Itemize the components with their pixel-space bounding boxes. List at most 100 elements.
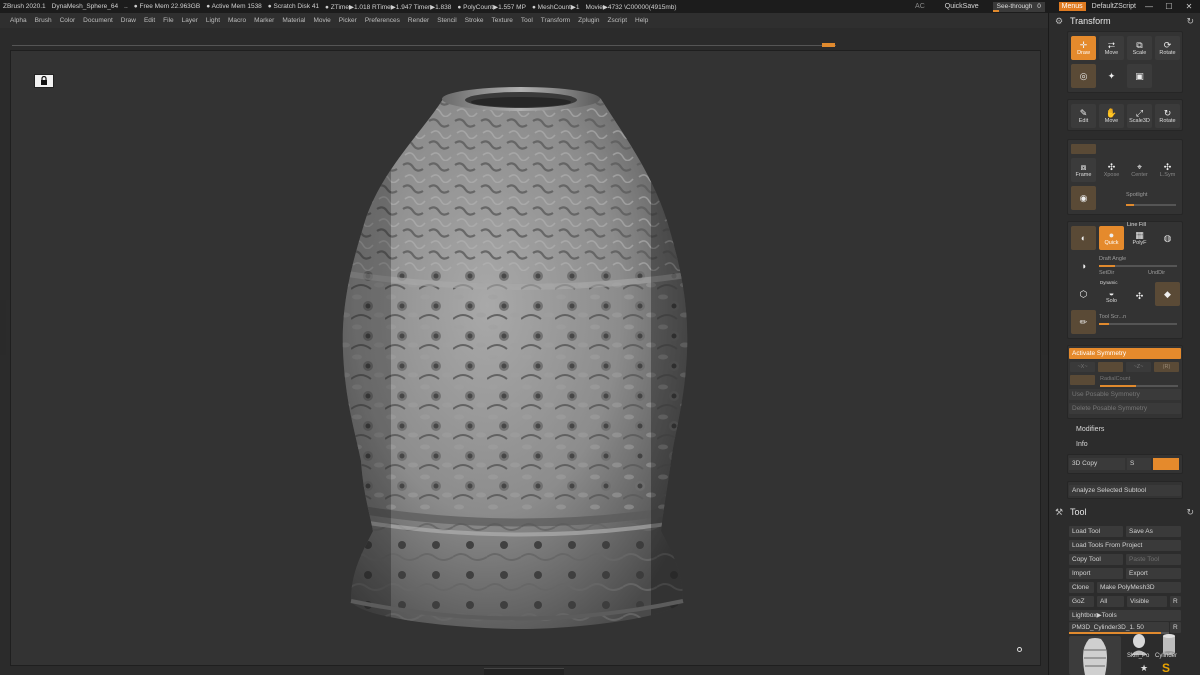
menu-transform[interactable]: Transform xyxy=(541,17,570,24)
backface-button[interactable]: ◐ xyxy=(1071,226,1096,250)
menu-picker[interactable]: Picker xyxy=(339,17,357,24)
menu-edit[interactable]: Edit xyxy=(144,17,155,24)
setdir-button[interactable]: SetDir xyxy=(1099,270,1114,276)
lightbox-tools-button[interactable]: Lightbox▶Tools xyxy=(1069,610,1181,621)
tool-reset-icon[interactable]: ↻ xyxy=(1186,507,1194,518)
rotate-button[interactable]: ⟳ Rotate xyxy=(1155,36,1180,60)
close-icon[interactable]: ✕ xyxy=(1182,2,1196,11)
gizmo-button[interactable]: ◎ xyxy=(1071,64,1096,88)
tool-shadow-button[interactable]: ✏ xyxy=(1071,310,1096,334)
menu-layer[interactable]: Layer xyxy=(182,17,198,24)
menu-file[interactable]: File xyxy=(163,17,173,24)
frame-button[interactable]: ⧇ Frame xyxy=(1071,158,1096,182)
spotlight-button[interactable]: ◉ xyxy=(1071,186,1096,210)
sym-x-button[interactable]: ~X~ xyxy=(1070,362,1095,372)
default-zscript-button[interactable]: DefaultZScript xyxy=(1092,3,1136,10)
timeline-marker[interactable] xyxy=(822,43,835,47)
tool-shadow-slider[interactable] xyxy=(1099,323,1177,325)
xpose-button[interactable]: ✣ Xpose xyxy=(1099,158,1124,182)
center-button[interactable]: ⌖ Center xyxy=(1127,158,1152,182)
menu-color[interactable]: Color xyxy=(60,17,76,24)
rotate-view-button[interactable]: ↻ Rotate xyxy=(1155,104,1180,128)
load-tool-button[interactable]: Load Tool xyxy=(1069,526,1123,537)
move-button[interactable]: ⮂ Move xyxy=(1099,36,1124,60)
sym-z-button[interactable]: ~Z~ xyxy=(1126,362,1151,372)
polymesh-s-icon[interactable]: S xyxy=(1162,661,1170,675)
unddir-button[interactable]: UndDir xyxy=(1148,270,1165,276)
sym-radial-button[interactable]: (R) xyxy=(1154,362,1179,372)
menu-zplugin[interactable]: Zplugin xyxy=(578,17,599,24)
xyz-button[interactable]: ✣ xyxy=(1127,284,1152,308)
transpose-button[interactable]: ✦ xyxy=(1099,64,1124,88)
menu-preferences[interactable]: Preferences xyxy=(365,17,400,24)
menu-macro[interactable]: Macro xyxy=(228,17,246,24)
save-as-button[interactable]: Save As xyxy=(1126,526,1181,537)
polyf-button[interactable]: ▦ PolyF xyxy=(1127,226,1152,250)
local-button[interactable]: ◆ xyxy=(1155,282,1180,306)
copy-tool-button[interactable]: Copy Tool xyxy=(1069,554,1123,565)
copy3d-toggle[interactable] xyxy=(1153,458,1179,470)
draft-angle-slider[interactable] xyxy=(1099,265,1177,267)
tool-thumbnail-cylinder[interactable]: Cylinder xyxy=(1155,633,1183,663)
menu-alpha[interactable]: Alpha xyxy=(10,17,27,24)
menu-texture[interactable]: Texture xyxy=(492,17,513,24)
menu-zscript[interactable]: Zscript xyxy=(608,17,628,24)
see-through-slider[interactable]: See-through 0 xyxy=(992,1,1045,12)
scale3d-button[interactable]: ⤢ Scale3D xyxy=(1127,104,1152,128)
tool-thumbnail-skin[interactable]: Skin_Po xyxy=(1127,633,1151,663)
menus-toggle[interactable]: Menus xyxy=(1058,2,1086,11)
load-tools-from-project-button[interactable]: Load Tools From Project xyxy=(1069,540,1181,551)
quick-button[interactable]: ● Quick xyxy=(1099,226,1124,250)
copy3d-button[interactable]: 3D Copy xyxy=(1069,458,1125,470)
delete-posable-symmetry-button[interactable]: Delete Posable Symmetry xyxy=(1069,403,1181,414)
goz-r-button[interactable]: R xyxy=(1170,596,1181,607)
left-tray-handle[interactable] xyxy=(0,300,6,355)
menu-stroke[interactable]: Stroke xyxy=(465,17,484,24)
persp-toggle[interactable] xyxy=(1071,144,1096,154)
clone-button[interactable]: Clone xyxy=(1069,582,1094,593)
menu-stencil[interactable]: Stencil xyxy=(437,17,457,24)
draw-button[interactable]: ✛ Draw xyxy=(1071,36,1096,60)
document-canvas[interactable] xyxy=(10,50,1041,666)
edit-button[interactable]: ✎ Edit xyxy=(1071,104,1096,128)
paste-tool-button[interactable]: Paste Tool xyxy=(1126,554,1181,565)
floor-grid-icon[interactable] xyxy=(1017,647,1022,652)
bottom-tray-handle[interactable] xyxy=(484,668,564,675)
radial-count-slider[interactable] xyxy=(1100,385,1178,387)
goz-button[interactable]: GoZ xyxy=(1069,596,1094,607)
copy3d-s-button[interactable]: S xyxy=(1127,458,1151,470)
minimize-icon[interactable]: — xyxy=(1142,2,1156,11)
tool-header[interactable]: ⚒ Tool xyxy=(1055,505,1087,519)
star-icon[interactable]: ★ xyxy=(1140,663,1148,674)
goz-all-button[interactable]: All xyxy=(1097,596,1124,607)
menu-draw[interactable]: Draw xyxy=(121,17,136,24)
goz-visible-button[interactable]: Visible xyxy=(1127,596,1167,607)
sym-local-button[interactable] xyxy=(1070,375,1095,385)
scale-button[interactable]: ⧉ Scale xyxy=(1127,36,1152,60)
floor-button[interactable]: ⬡ xyxy=(1071,282,1096,306)
move-view-button[interactable]: ✋ Move xyxy=(1099,104,1124,128)
menu-help[interactable]: Help xyxy=(635,17,648,24)
menu-render[interactable]: Render xyxy=(408,17,429,24)
menu-movie[interactable]: Movie xyxy=(313,17,330,24)
make-polymesh3d-button[interactable]: Make PolyMesh3D xyxy=(1097,582,1181,593)
info-subpalette[interactable]: Info xyxy=(1076,441,1088,448)
menu-brush[interactable]: Brush xyxy=(35,17,52,24)
menu-document[interactable]: Document xyxy=(83,17,113,24)
sym-y-button[interactable] xyxy=(1098,362,1123,372)
solo-button[interactable]: ◒ Solo xyxy=(1099,284,1124,308)
tool-thumbnail-vase[interactable] xyxy=(1069,636,1121,675)
reset-icon[interactable]: ↻ xyxy=(1186,16,1194,27)
menu-tool[interactable]: Tool xyxy=(521,17,533,24)
modifiers-subpalette[interactable]: Modifiers xyxy=(1076,426,1104,433)
ghost-button[interactable]: ◑ xyxy=(1071,254,1096,278)
quicksave-button[interactable]: QuickSave xyxy=(945,3,979,10)
ac-toggle[interactable]: AC xyxy=(915,3,925,10)
timeline-track[interactable] xyxy=(12,45,836,46)
transform-header[interactable]: ⚙ Transform xyxy=(1055,14,1111,28)
current-tool-r-button[interactable]: R xyxy=(1170,622,1181,633)
menu-marker[interactable]: Marker xyxy=(254,17,274,24)
analyze-subtool-button[interactable]: Analyze Selected Subtool xyxy=(1069,485,1181,496)
menu-light[interactable]: Light xyxy=(206,17,220,24)
lsym-button[interactable]: ✣ L.Sym xyxy=(1155,158,1180,182)
